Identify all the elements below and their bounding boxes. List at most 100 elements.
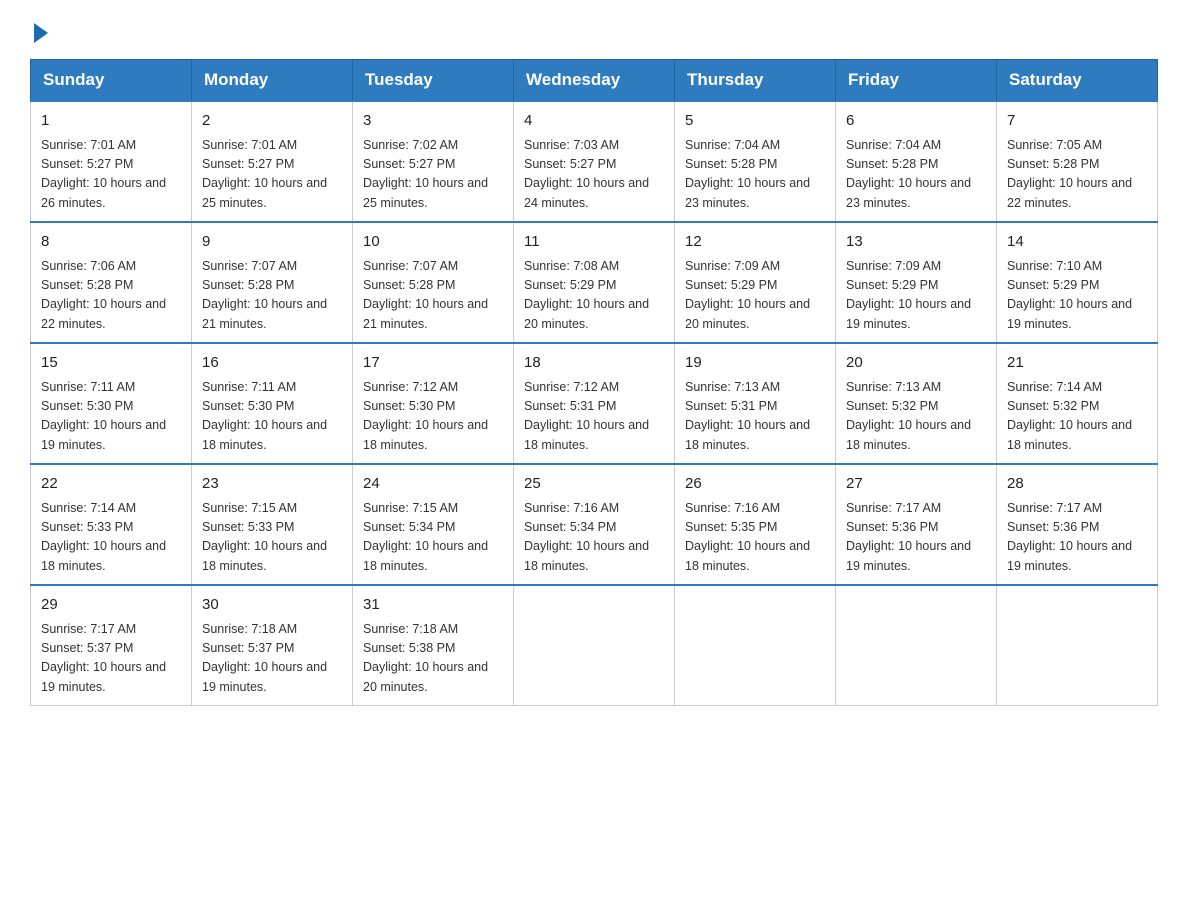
calendar-day-header-thursday: Thursday <box>675 60 836 102</box>
calendar-cell: 15 Sunrise: 7:11 AMSunset: 5:30 PMDayligh… <box>31 343 192 464</box>
day-number: 12 <box>685 231 825 254</box>
day-number: 21 <box>1007 352 1147 375</box>
calendar-cell <box>675 585 836 706</box>
day-info: Sunrise: 7:11 AMSunset: 5:30 PMDaylight:… <box>202 378 342 456</box>
calendar-cell: 10 Sunrise: 7:07 AMSunset: 5:28 PMDayligh… <box>353 222 514 343</box>
day-number: 16 <box>202 352 342 375</box>
calendar-cell: 31 Sunrise: 7:18 AMSunset: 5:38 PMDayligh… <box>353 585 514 706</box>
day-number: 1 <box>41 110 181 133</box>
calendar-cell: 20 Sunrise: 7:13 AMSunset: 5:32 PMDayligh… <box>836 343 997 464</box>
day-info: Sunrise: 7:05 AMSunset: 5:28 PMDaylight:… <box>1007 136 1147 214</box>
calendar-cell: 19 Sunrise: 7:13 AMSunset: 5:31 PMDayligh… <box>675 343 836 464</box>
day-number: 28 <box>1007 473 1147 496</box>
day-number: 26 <box>685 473 825 496</box>
day-number: 2 <box>202 110 342 133</box>
calendar-cell: 25 Sunrise: 7:16 AMSunset: 5:34 PMDayligh… <box>514 464 675 585</box>
calendar-cell: 4 Sunrise: 7:03 AMSunset: 5:27 PMDaylight… <box>514 101 675 222</box>
calendar-day-header-wednesday: Wednesday <box>514 60 675 102</box>
day-number: 22 <box>41 473 181 496</box>
day-number: 19 <box>685 352 825 375</box>
day-info: Sunrise: 7:12 AMSunset: 5:31 PMDaylight:… <box>524 378 664 456</box>
day-info: Sunrise: 7:02 AMSunset: 5:27 PMDaylight:… <box>363 136 503 214</box>
calendar-cell: 7 Sunrise: 7:05 AMSunset: 5:28 PMDaylight… <box>997 101 1158 222</box>
day-number: 11 <box>524 231 664 254</box>
calendar-cell: 26 Sunrise: 7:16 AMSunset: 5:35 PMDayligh… <box>675 464 836 585</box>
day-number: 29 <box>41 594 181 617</box>
day-info: Sunrise: 7:18 AMSunset: 5:37 PMDaylight:… <box>202 620 342 698</box>
calendar-cell: 17 Sunrise: 7:12 AMSunset: 5:30 PMDayligh… <box>353 343 514 464</box>
day-info: Sunrise: 7:13 AMSunset: 5:31 PMDaylight:… <box>685 378 825 456</box>
day-info: Sunrise: 7:11 AMSunset: 5:30 PMDaylight:… <box>41 378 181 456</box>
calendar-cell: 29 Sunrise: 7:17 AMSunset: 5:37 PMDayligh… <box>31 585 192 706</box>
day-number: 23 <box>202 473 342 496</box>
day-number: 31 <box>363 594 503 617</box>
day-number: 15 <box>41 352 181 375</box>
day-number: 5 <box>685 110 825 133</box>
calendar-day-header-tuesday: Tuesday <box>353 60 514 102</box>
day-info: Sunrise: 7:13 AMSunset: 5:32 PMDaylight:… <box>846 378 986 456</box>
day-number: 20 <box>846 352 986 375</box>
calendar-day-header-monday: Monday <box>192 60 353 102</box>
calendar-day-header-sunday: Sunday <box>31 60 192 102</box>
logo-arrow-icon <box>34 23 48 43</box>
calendar-cell <box>997 585 1158 706</box>
calendar-cell: 11 Sunrise: 7:08 AMSunset: 5:29 PMDayligh… <box>514 222 675 343</box>
calendar-cell: 21 Sunrise: 7:14 AMSunset: 5:32 PMDayligh… <box>997 343 1158 464</box>
day-info: Sunrise: 7:17 AMSunset: 5:36 PMDaylight:… <box>1007 499 1147 577</box>
day-number: 27 <box>846 473 986 496</box>
calendar-cell: 23 Sunrise: 7:15 AMSunset: 5:33 PMDayligh… <box>192 464 353 585</box>
page-header <box>30 20 1158 39</box>
day-number: 8 <box>41 231 181 254</box>
day-info: Sunrise: 7:03 AMSunset: 5:27 PMDaylight:… <box>524 136 664 214</box>
calendar-cell <box>836 585 997 706</box>
day-info: Sunrise: 7:09 AMSunset: 5:29 PMDaylight:… <box>685 257 825 335</box>
day-number: 7 <box>1007 110 1147 133</box>
calendar-cell: 30 Sunrise: 7:18 AMSunset: 5:37 PMDayligh… <box>192 585 353 706</box>
calendar-cell: 1 Sunrise: 7:01 AMSunset: 5:27 PMDaylight… <box>31 101 192 222</box>
day-info: Sunrise: 7:08 AMSunset: 5:29 PMDaylight:… <box>524 257 664 335</box>
day-number: 25 <box>524 473 664 496</box>
calendar-cell: 14Sunrise: 7:10 AMSunset: 5:29 PMDayligh… <box>997 222 1158 343</box>
calendar-cell <box>514 585 675 706</box>
day-info: Sunrise: 7:14 AMSunset: 5:32 PMDaylight:… <box>1007 378 1147 456</box>
day-info: Sunrise: 7:17 AMSunset: 5:37 PMDaylight:… <box>41 620 181 698</box>
day-number: 4 <box>524 110 664 133</box>
day-number: 18 <box>524 352 664 375</box>
day-info: Sunrise: 7:14 AMSunset: 5:33 PMDaylight:… <box>41 499 181 577</box>
calendar-cell: 12 Sunrise: 7:09 AMSunset: 5:29 PMDayligh… <box>675 222 836 343</box>
day-number: 3 <box>363 110 503 133</box>
day-info: Sunrise: 7:18 AMSunset: 5:38 PMDaylight:… <box>363 620 503 698</box>
day-number: 17 <box>363 352 503 375</box>
day-number: 10 <box>363 231 503 254</box>
calendar-cell: 24Sunrise: 7:15 AMSunset: 5:34 PMDayligh… <box>353 464 514 585</box>
calendar-cell: 16 Sunrise: 7:11 AMSunset: 5:30 PMDayligh… <box>192 343 353 464</box>
calendar-cell: 2 Sunrise: 7:01 AMSunset: 5:27 PMDaylight… <box>192 101 353 222</box>
day-info: Sunrise: 7:15 AMSunset: 5:34 PMDaylight:… <box>363 499 503 577</box>
calendar-cell: 5 Sunrise: 7:04 AMSunset: 5:28 PMDaylight… <box>675 101 836 222</box>
day-number: 13 <box>846 231 986 254</box>
calendar-cell: 6 Sunrise: 7:04 AMSunset: 5:28 PMDaylight… <box>836 101 997 222</box>
day-info: Sunrise: 7:01 AMSunset: 5:27 PMDaylight:… <box>41 136 181 214</box>
calendar-cell: 3 Sunrise: 7:02 AMSunset: 5:27 PMDaylight… <box>353 101 514 222</box>
day-info: Sunrise: 7:04 AMSunset: 5:28 PMDaylight:… <box>685 136 825 214</box>
day-info: Sunrise: 7:12 AMSunset: 5:30 PMDaylight:… <box>363 378 503 456</box>
calendar-table: SundayMondayTuesdayWednesdayThursdayFrid… <box>30 59 1158 706</box>
day-number: 6 <box>846 110 986 133</box>
calendar-cell: 28 Sunrise: 7:17 AMSunset: 5:36 PMDayligh… <box>997 464 1158 585</box>
day-number: 14 <box>1007 231 1147 254</box>
day-info: Sunrise: 7:09 AMSunset: 5:29 PMDaylight:… <box>846 257 986 335</box>
day-info: Sunrise: 7:07 AMSunset: 5:28 PMDaylight:… <box>363 257 503 335</box>
day-info: Sunrise: 7:15 AMSunset: 5:33 PMDaylight:… <box>202 499 342 577</box>
day-info: Sunrise: 7:16 AMSunset: 5:34 PMDaylight:… <box>524 499 664 577</box>
calendar-cell: 27 Sunrise: 7:17 AMSunset: 5:36 PMDayligh… <box>836 464 997 585</box>
day-info: Sunrise: 7:07 AMSunset: 5:28 PMDaylight:… <box>202 257 342 335</box>
day-info: Sunrise: 7:06 AMSunset: 5:28 PMDaylight:… <box>41 257 181 335</box>
calendar-cell: 8 Sunrise: 7:06 AMSunset: 5:28 PMDaylight… <box>31 222 192 343</box>
day-info: Sunrise: 7:16 AMSunset: 5:35 PMDaylight:… <box>685 499 825 577</box>
day-info: Sunrise: 7:01 AMSunset: 5:27 PMDaylight:… <box>202 136 342 214</box>
day-number: 30 <box>202 594 342 617</box>
day-info: Sunrise: 7:17 AMSunset: 5:36 PMDaylight:… <box>846 499 986 577</box>
day-info: Sunrise: 7:04 AMSunset: 5:28 PMDaylight:… <box>846 136 986 214</box>
logo <box>30 20 48 39</box>
calendar-day-header-saturday: Saturday <box>997 60 1158 102</box>
